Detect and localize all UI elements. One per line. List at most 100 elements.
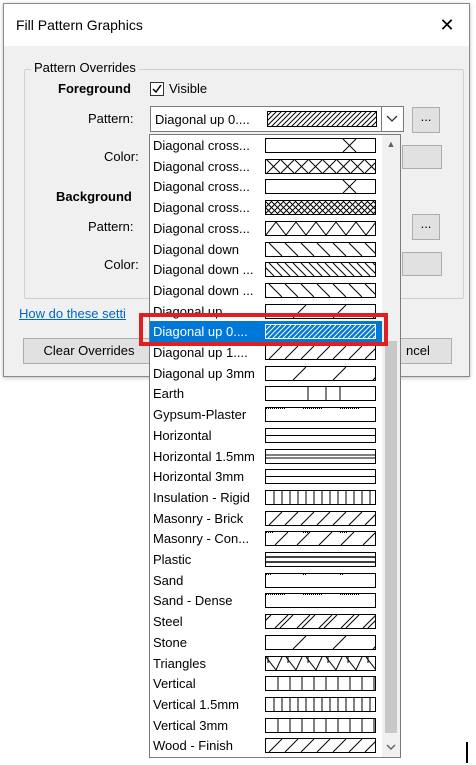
dropdown-option[interactable]: Triangles xyxy=(150,653,382,674)
pattern-swatch xyxy=(265,738,376,754)
dropdown-option[interactable]: Diagonal cross... xyxy=(150,197,382,218)
pattern-swatch xyxy=(265,262,376,278)
option-label: Triangles xyxy=(153,655,206,671)
pattern-swatch xyxy=(265,220,376,236)
option-label: Diagonal down ... xyxy=(153,262,254,278)
dropdown-option[interactable]: Masonry - Con... xyxy=(150,528,382,549)
dropdown-option[interactable]: Plastic xyxy=(150,549,382,570)
dropdown-option[interactable]: Stone xyxy=(150,632,382,653)
pattern-swatch xyxy=(265,634,376,650)
option-label: Sand xyxy=(153,572,184,588)
group-label: Pattern Overrides xyxy=(31,60,139,75)
dropdown-option[interactable]: Diagonal down xyxy=(150,239,382,260)
dropdown-option[interactable]: Diagonal down ... xyxy=(150,259,382,280)
help-link[interactable]: How do these setti xyxy=(19,306,126,321)
bg-pattern-label: Pattern: xyxy=(88,219,134,234)
background-heading: Background xyxy=(56,189,132,204)
option-label: Diagonal cross... xyxy=(153,179,250,195)
selection-highlight-box xyxy=(139,313,388,346)
dropdown-scrollbar[interactable]: ▲ xyxy=(382,135,400,757)
bg-color-button[interactable] xyxy=(402,252,442,276)
option-label: Vertical 1.5mm xyxy=(153,696,239,712)
pattern-swatch xyxy=(265,717,376,733)
dropdown-option[interactable]: Horizontal 1.5mm xyxy=(150,446,382,467)
dropdown-option[interactable]: Diagonal cross... xyxy=(150,135,382,156)
fg-pattern-value: Diagonal up 0.... xyxy=(155,112,250,127)
option-label: Diagonal up 1.... xyxy=(153,345,248,360)
dropdown-option[interactable]: Gypsum-Plaster xyxy=(150,404,382,425)
dropdown-option[interactable]: Vertical xyxy=(150,673,382,694)
dropdown-option[interactable]: Sand xyxy=(150,570,382,591)
option-label: Stone xyxy=(153,634,187,650)
combo-dropdown-button[interactable] xyxy=(381,107,403,131)
dropdown-option[interactable]: Diagonal cross... xyxy=(150,156,382,177)
pattern-swatch xyxy=(265,572,376,588)
option-label: Earth xyxy=(153,386,185,402)
pattern-swatch xyxy=(265,282,376,298)
fg-pattern-combobox[interactable]: Diagonal up 0.... xyxy=(150,106,404,132)
dropdown-option[interactable]: Masonry - Brick xyxy=(150,508,382,529)
option-label: Diagonal down xyxy=(153,241,240,257)
option-label: Vertical xyxy=(153,676,196,692)
checkmark-icon xyxy=(152,84,162,94)
pattern-swatch xyxy=(265,200,376,216)
close-icon[interactable]: ✕ xyxy=(434,13,460,37)
fg-color-button[interactable] xyxy=(402,145,442,169)
pattern-swatch xyxy=(265,345,376,360)
pattern-swatch xyxy=(265,365,376,381)
option-label: Plastic xyxy=(153,552,192,567)
pattern-swatch xyxy=(265,593,376,609)
pattern-swatch xyxy=(265,427,376,443)
dropdown-option[interactable]: Vertical 3mm xyxy=(150,715,382,736)
visible-checkbox[interactable] xyxy=(150,82,164,96)
option-label: Sand - Dense xyxy=(153,593,233,609)
option-label: Diagonal up 3mm xyxy=(153,365,255,381)
option-label: Diagonal cross... xyxy=(153,220,250,236)
option-label: Diagonal cross... xyxy=(153,158,250,174)
dropdown-option[interactable]: Steel xyxy=(150,611,382,632)
dropdown-option[interactable]: Earth xyxy=(150,383,382,404)
option-label: Insulation - Rigid xyxy=(153,489,250,505)
visible-label: Visible xyxy=(169,81,208,96)
pattern-swatch xyxy=(265,655,376,671)
dropdown-option[interactable]: Sand - Dense xyxy=(150,590,382,611)
option-label: Gypsum-Plaster xyxy=(153,407,247,423)
pattern-swatch xyxy=(265,489,376,505)
dropdown-option[interactable]: Diagonal up 3mm xyxy=(150,363,382,384)
title-bar: Fill Pattern Graphics ✕ xyxy=(4,4,469,46)
scrollbar-thumb[interactable] xyxy=(385,341,397,733)
pattern-swatch xyxy=(265,531,376,547)
pattern-swatch xyxy=(265,158,376,174)
option-label: Horizontal 1.5mm xyxy=(153,448,255,464)
fg-pattern-label: Pattern: xyxy=(88,111,134,126)
dropdown-option[interactable]: Horizontal xyxy=(150,425,382,446)
option-label: Wood - Finish xyxy=(153,738,233,754)
dropdown-option[interactable]: Diagonal cross... xyxy=(150,176,382,197)
dropdown-option[interactable]: Wood - Finish xyxy=(150,735,382,756)
dropdown-option[interactable]: Vertical 1.5mm xyxy=(150,694,382,715)
option-label: Steel xyxy=(153,614,183,630)
clear-overrides-button[interactable]: Clear Overrides xyxy=(23,338,155,364)
dropdown-option[interactable]: Insulation - Rigid xyxy=(150,487,382,508)
pattern-swatch xyxy=(265,696,376,712)
pattern-swatch xyxy=(265,676,376,692)
pattern-swatch xyxy=(265,448,376,464)
foreground-heading: Foreground xyxy=(58,81,131,96)
pattern-swatch xyxy=(265,241,376,257)
scroll-down-icon[interactable] xyxy=(382,739,400,755)
dropdown-option[interactable]: Horizontal 3mm xyxy=(150,466,382,487)
dialog-title: Fill Pattern Graphics xyxy=(16,17,143,33)
text-cursor xyxy=(466,742,468,763)
bg-pattern-browse-button[interactable]: ... xyxy=(412,214,440,240)
pattern-swatch xyxy=(265,614,376,630)
pattern-swatch xyxy=(265,469,376,485)
fg-pattern-browse-button[interactable]: ... xyxy=(412,107,440,133)
dropdown-option[interactable]: Diagonal cross... xyxy=(150,218,382,239)
option-label: Diagonal cross... xyxy=(153,138,250,153)
pattern-dropdown-list[interactable]: Diagonal cross... Diagonal cross... Diagon… xyxy=(149,134,401,758)
fg-pattern-preview xyxy=(267,111,377,127)
option-label: Horizontal xyxy=(153,427,212,443)
option-label: Diagonal down ... xyxy=(153,282,254,298)
scroll-up-icon[interactable]: ▲ xyxy=(382,136,400,152)
dropdown-option[interactable]: Diagonal down ... xyxy=(150,280,382,301)
